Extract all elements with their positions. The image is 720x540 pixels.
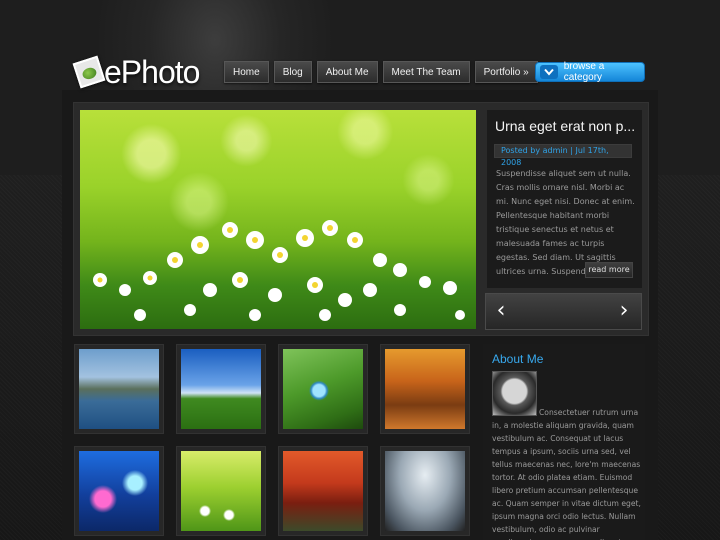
thumbnail-image [181, 451, 261, 531]
nav-home[interactable]: Home [224, 61, 269, 83]
logo-text: ePhoto [104, 53, 200, 90]
thumbnail-image [181, 349, 261, 429]
photo-logo-icon [72, 55, 106, 89]
arrow-right-icon[interactable]: › [614, 300, 634, 322]
thumbnail-image [79, 349, 159, 429]
featured-post-title[interactable]: Urna eget erat non p... [495, 118, 640, 134]
about-me-text: Consectetuer rutrum urna in, a molestie … [492, 408, 641, 540]
about-me-title: About Me [492, 352, 544, 366]
nav-blog[interactable]: Blog [273, 61, 312, 83]
main-nav: Home Blog About Me Meet The Team Portfol… [224, 61, 538, 83]
gallery-thumbnail[interactable] [74, 344, 164, 434]
thumbnail-image [283, 451, 363, 531]
arrow-left-icon[interactable]: ‹ [491, 300, 511, 322]
thumbnail-image [385, 451, 465, 531]
nav-portfolio[interactable]: Portfolio » [474, 61, 538, 83]
gallery-thumbnail[interactable] [176, 446, 266, 536]
featured-image[interactable] [80, 110, 476, 329]
post-meta: Posted by admin | Jul 17th, 2008 [494, 144, 632, 167]
gallery-thumbnail[interactable] [380, 344, 470, 434]
chevron-down-icon [540, 65, 558, 79]
thumbnail-image [385, 349, 465, 429]
browse-category-label: browse a category [563, 61, 605, 83]
gallery-thumbnail[interactable] [74, 446, 164, 536]
browse-category-button[interactable]: browse a category [535, 61, 645, 83]
site-logo[interactable]: ePhoto [72, 52, 200, 92]
thumbnail-image [79, 451, 159, 531]
nav-meet-the-team[interactable]: Meet The Team [382, 61, 470, 83]
gallery-thumbnail[interactable] [278, 344, 368, 434]
thumbnail-image [283, 349, 363, 429]
gallery-thumbnail[interactable] [380, 446, 470, 536]
nav-about-me[interactable]: About Me [316, 61, 378, 83]
gallery-thumbnail[interactable] [176, 344, 266, 434]
read-more-button[interactable]: read more [585, 262, 633, 278]
gallery-thumbnail[interactable] [278, 446, 368, 536]
